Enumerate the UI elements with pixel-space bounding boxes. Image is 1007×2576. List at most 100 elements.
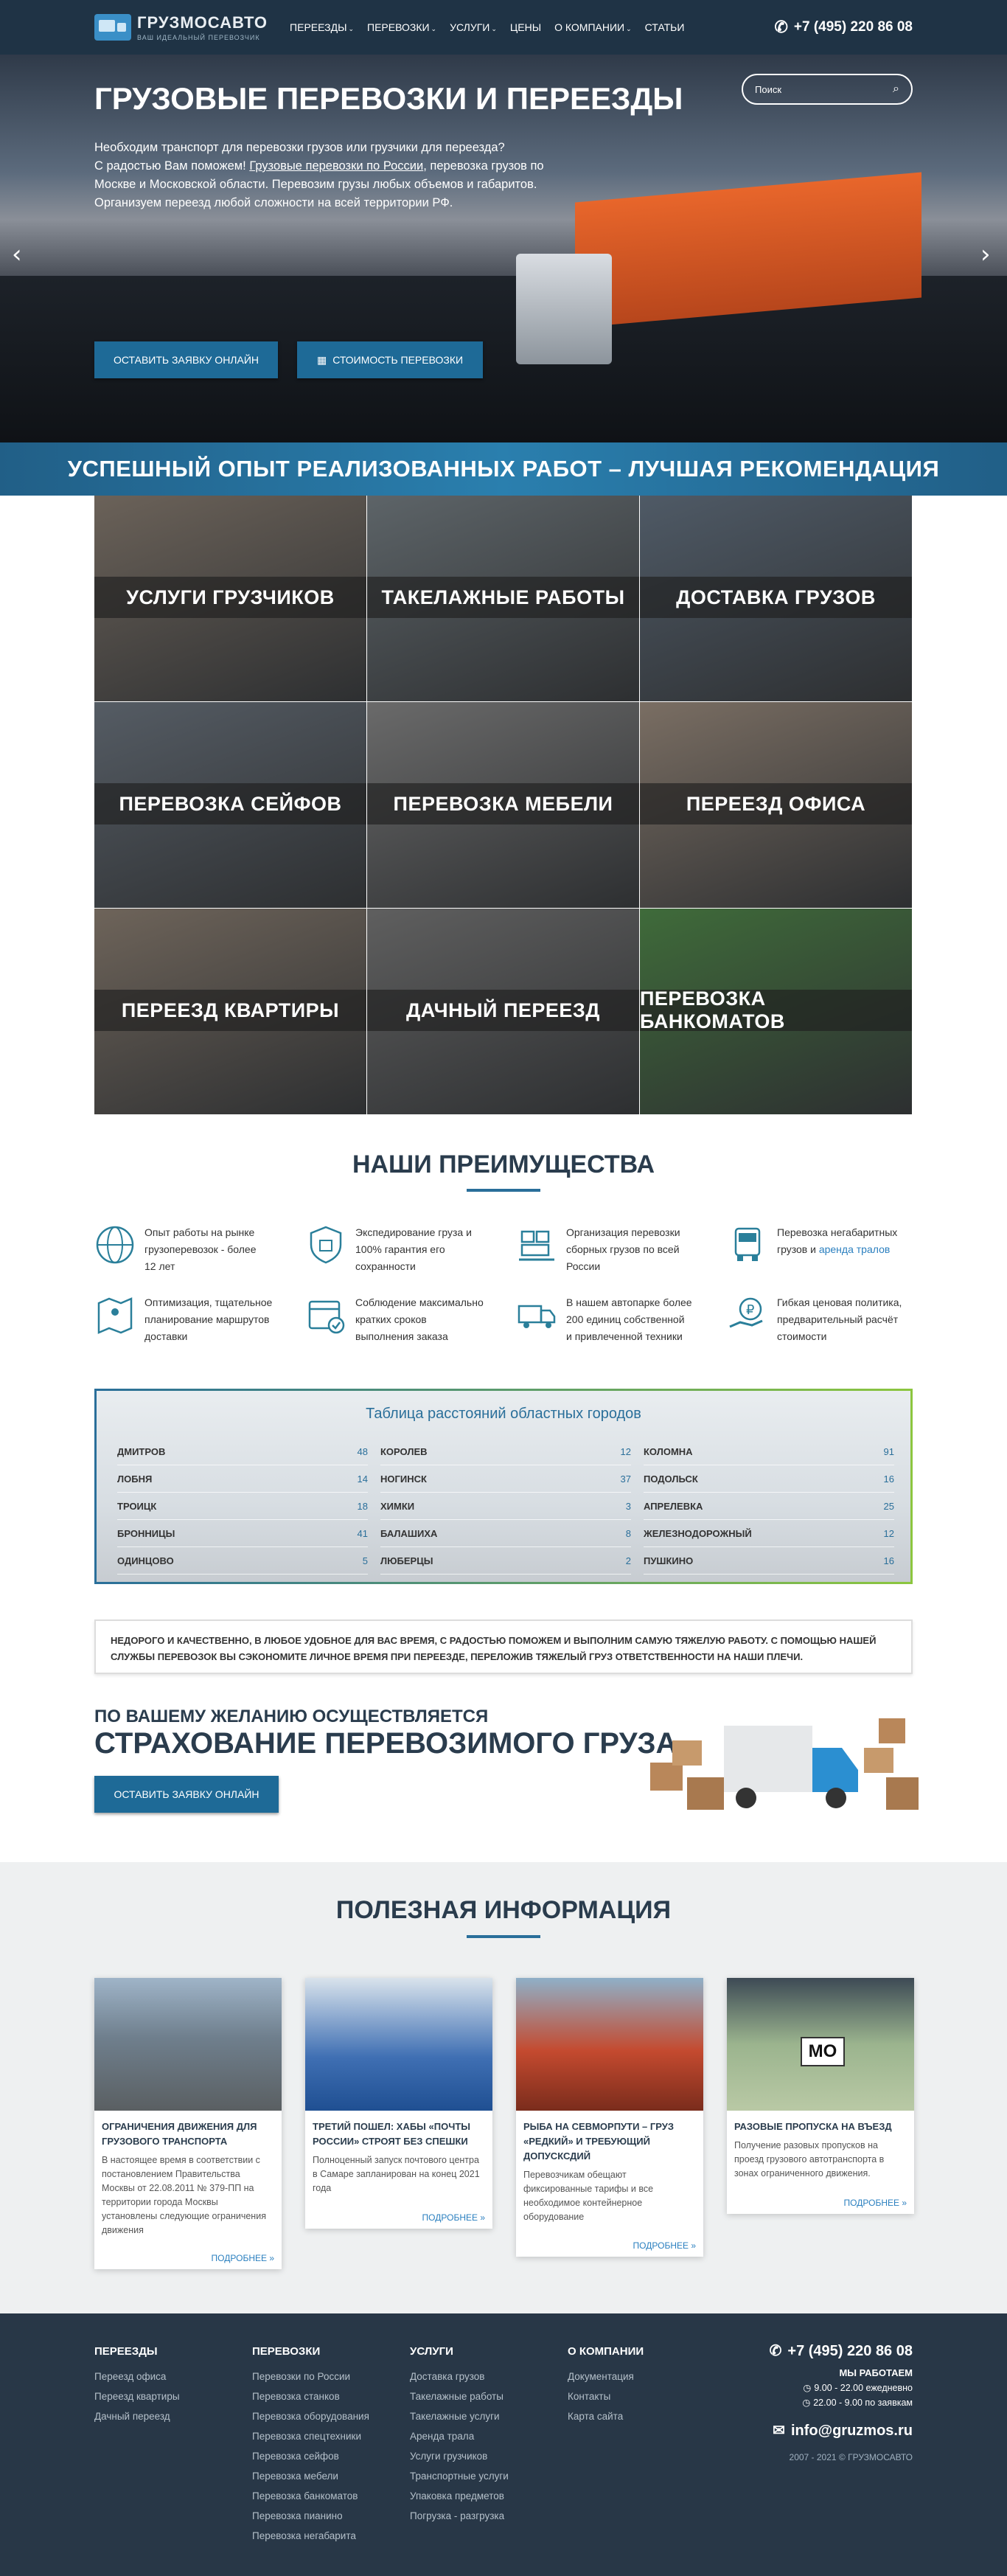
distance-value: 14: [357, 1473, 368, 1485]
footer-column-services: УСЛУГИ Доставка грузов Такелажные работы…: [410, 2345, 509, 2526]
footer-link[interactable]: Перевозка банкоматов: [252, 2486, 369, 2506]
insurance-subtitle: ПО ВАШЕМУ ЖЕЛАНИЮ ОСУЩЕСТВЛЯЕТСЯ: [94, 1707, 489, 1726]
footer-link[interactable]: Дачный переезд: [94, 2406, 180, 2426]
article-card[interactable]: РЫБА НА СЕВМОРПУТИ – ГРУЗ «РЕДКИЙ» И ТРЕ…: [516, 1978, 703, 2257]
article-text: Получение разовых пропусков на проезд гр…: [734, 2140, 885, 2179]
footer-link[interactable]: Перевозка сейфов: [252, 2446, 369, 2466]
footer-link[interactable]: Переезд квартиры: [94, 2386, 180, 2406]
advantage-item: Соблюдение максимально кратких сроков выпо…: [305, 1294, 504, 1345]
slider-prev-arrow[interactable]: ‹: [12, 240, 22, 269]
hero-link-russia[interactable]: Грузовые перевозки по России: [249, 159, 423, 173]
logo[interactable]: ГРУЗМОСАВТО ВАШ ИДЕАЛЬНЫЙ ПЕРЕВОЗЧИК: [94, 13, 268, 41]
work-hours-line: ◷ 9.00 - 22.00 ежедневно: [803, 2382, 913, 2393]
advantage-item: Экспедирование груза и 100% гарантия его с…: [305, 1224, 504, 1275]
article-title[interactable]: ТРЕТИЙ ПОШЕЛ: ХАБЫ «ПОЧТЫ РОССИИ» СТРОЯТ…: [305, 2111, 492, 2149]
nav-item-about[interactable]: О КОМПАНИИ ⌄: [554, 21, 632, 33]
service-tile[interactable]: ДОСТАВКА ГРУЗОВ: [640, 496, 913, 702]
distance-row: ПОДОЛЬСК 16: [644, 1465, 894, 1493]
footer-link[interactable]: Карта сайта: [568, 2406, 644, 2426]
distance-row: КОРОЛЕВ 12: [380, 1438, 631, 1465]
footer-phone[interactable]: ✆ +7 (495) 220 86 08: [770, 2341, 913, 2360]
footer-link[interactable]: Транспортные услуги: [410, 2466, 509, 2486]
footer-link[interactable]: Перевозка оборудования: [252, 2406, 369, 2426]
article-title[interactable]: ОГРАНИЧЕНИЯ ДВИЖЕНИЯ ДЛЯ ГРУЗОВОГО ТРАНС…: [94, 2111, 282, 2149]
service-quote: НЕДОРОГО И КАЧЕСТВЕННО, В ЛЮБОЕ УДОБНОЕ …: [94, 1619, 913, 1674]
slider-next-arrow[interactable]: ›: [980, 240, 991, 269]
nav-item-moves[interactable]: ПЕРЕЕЗДЫ ⌄: [290, 21, 354, 33]
article-more-link[interactable]: ПОДРОБНЕЕ »: [633, 2240, 696, 2251]
footer-link[interactable]: Перевозка мебели: [252, 2466, 369, 2486]
hero-request-button[interactable]: ОСТАВИТЬ ЗАЯВКУ ОНЛАЙН: [94, 341, 278, 378]
footer-email[interactable]: ✉ info@gruzmos.ru: [773, 2421, 913, 2440]
search-icon[interactable]: ⌕: [893, 83, 899, 96]
service-tile[interactable]: ПЕРЕЕЗД КВАРТИРЫ: [94, 909, 367, 1115]
distance-value: 16: [883, 1555, 894, 1566]
footer-link[interactable]: Услуги грузчиков: [410, 2446, 509, 2466]
footer-column-about: О КОМПАНИИ Документация Контакты Карта с…: [568, 2345, 644, 2426]
advantage-line: стоимости: [777, 1330, 827, 1342]
article-card[interactable]: ТРЕТИЙ ПОШЕЛ: ХАБЫ «ПОЧТЫ РОССИИ» СТРОЯТ…: [305, 1978, 492, 2229]
article-title[interactable]: РЫБА НА СЕВМОРПУТИ – ГРУЗ «РЕДКИЙ» И ТРЕ…: [516, 2111, 703, 2164]
advantage-line: 100% гарантия его: [355, 1243, 445, 1255]
article-more-link[interactable]: ПОДРОБНЕЕ »: [422, 2212, 485, 2223]
header-phone[interactable]: ✆ +7 (495) 220 86 08: [774, 18, 913, 37]
footer-link[interactable]: Перевозка пианино: [252, 2506, 369, 2526]
footer-link[interactable]: Погрузка - разгрузка: [410, 2506, 509, 2526]
footer-link[interactable]: Такелажные работы: [410, 2386, 509, 2406]
service-tile[interactable]: ДАЧНЫЙ ПЕРЕЕЗД: [367, 909, 640, 1115]
distance-value: 3: [625, 1500, 631, 1512]
advantage-item: Оптимизация, тщательное планирование марш…: [94, 1294, 293, 1345]
trawl-rent-link[interactable]: аренда тралов: [819, 1243, 890, 1255]
service-tile[interactable]: УСЛУГИ ГРУЗЧИКОВ: [94, 496, 367, 702]
experience-banner: УСПЕШНЫЙ ОПЫТ РЕАЛИЗОВАННЫХ РАБОТ – ЛУЧШ…: [0, 442, 1007, 496]
distance-row: ЛЮБЕРЦЫ 2: [380, 1547, 631, 1575]
service-tile[interactable]: ПЕРЕВОЗКА БАНКОМАТОВ: [640, 909, 913, 1115]
footer-link[interactable]: Упаковка предметов: [410, 2486, 509, 2506]
distance-row: НОГИНСК 37: [380, 1465, 631, 1493]
nav-label: О КОМПАНИИ: [554, 21, 625, 33]
service-tile[interactable]: ПЕРЕВОЗКА МЕБЕЛИ: [367, 702, 640, 909]
article-card[interactable]: ОГРАНИЧЕНИЯ ДВИЖЕНИЯ ДЛЯ ГРУЗОВОГО ТРАНС…: [94, 1978, 282, 2269]
city-name: ЛОБНЯ: [117, 1473, 153, 1485]
truck-front-icon: [734, 1227, 761, 1261]
article-more-link[interactable]: ПОДРОБНЕЕ »: [212, 2253, 274, 2263]
footer-link[interactable]: Такелажные услуги: [410, 2406, 509, 2426]
footer-link[interactable]: Документация: [568, 2367, 644, 2386]
nav-label: СТАТЬИ: [644, 21, 685, 33]
distance-row: БАЛАШИХА 8: [380, 1520, 631, 1547]
globe-icon: [96, 1226, 134, 1264]
footer-link[interactable]: Доставка грузов: [410, 2367, 509, 2386]
footer-link[interactable]: Аренда трала: [410, 2426, 509, 2446]
advantage-item: В нашем автопарке более 200 единиц собств…: [516, 1294, 715, 1345]
advantage-item: ₽ Гибкая ценовая политика, предварительны…: [727, 1294, 919, 1345]
article-more-link[interactable]: ПОДРОБНЕЕ »: [844, 2198, 907, 2208]
distance-value: 5: [362, 1555, 368, 1566]
footer-link[interactable]: Контакты: [568, 2386, 644, 2406]
service-tile[interactable]: ПЕРЕЕЗД ОФИСА: [640, 702, 913, 909]
advantage-line: выполнения заказа: [355, 1330, 448, 1342]
nav-item-prices[interactable]: ЦЕНЫ: [510, 21, 541, 33]
service-tile[interactable]: ПЕРЕВОЗКА СЕЙФОВ: [94, 702, 367, 909]
article-card[interactable]: МО РАЗОВЫЕ ПРОПУСКА НА ВЪЕЗД Получение р…: [727, 1978, 914, 2214]
phone-number: +7 (495) 220 86 08: [787, 2343, 913, 2359]
footer-link[interactable]: Перевозки по России: [252, 2367, 369, 2386]
nav-item-articles[interactable]: СТАТЬИ: [645, 21, 685, 33]
service-tile[interactable]: ТАКЕЛАЖНЫЕ РАБОТЫ: [367, 496, 640, 702]
chevron-down-icon: ⌄: [626, 25, 632, 32]
hero-price-button[interactable]: ▦ СТОИМОСТЬ ПЕРЕВОЗКИ: [297, 341, 483, 378]
calendar-check-icon: [308, 1300, 345, 1334]
footer-link[interactable]: Перевозка станков: [252, 2386, 369, 2406]
insurance-request-button[interactable]: ОСТАВИТЬ ЗАЯВКУ ОНЛАЙН: [94, 1776, 279, 1813]
search-input[interactable]: Поиск ⌕: [742, 74, 913, 105]
article-title[interactable]: РАЗОВЫЕ ПРОПУСКА НА ВЪЕЗД: [727, 2111, 914, 2134]
calculator-icon: ▦: [316, 353, 327, 366]
search-placeholder: Поиск: [755, 83, 782, 95]
advantage-line: и привлеченной техники: [566, 1330, 683, 1342]
nav-item-services[interactable]: УСЛУГИ ⌄: [450, 21, 497, 33]
footer-link[interactable]: Перевозка негабарита: [252, 2526, 369, 2546]
footer-link[interactable]: Перевозка спецтехники: [252, 2426, 369, 2446]
advantage-text: Перевозка негабаритных грузов и аренда тр…: [777, 1224, 897, 1266]
nav-item-transport[interactable]: ПЕРЕВОЗКИ ⌄: [367, 21, 436, 33]
footer-link[interactable]: Переезд офиса: [94, 2367, 180, 2386]
distance-column: КОРОЛЕВ 12 НОГИНСК 37 ХИМКИ 3 БАЛАШИХА 8 ЛЮБ…: [380, 1438, 631, 1575]
